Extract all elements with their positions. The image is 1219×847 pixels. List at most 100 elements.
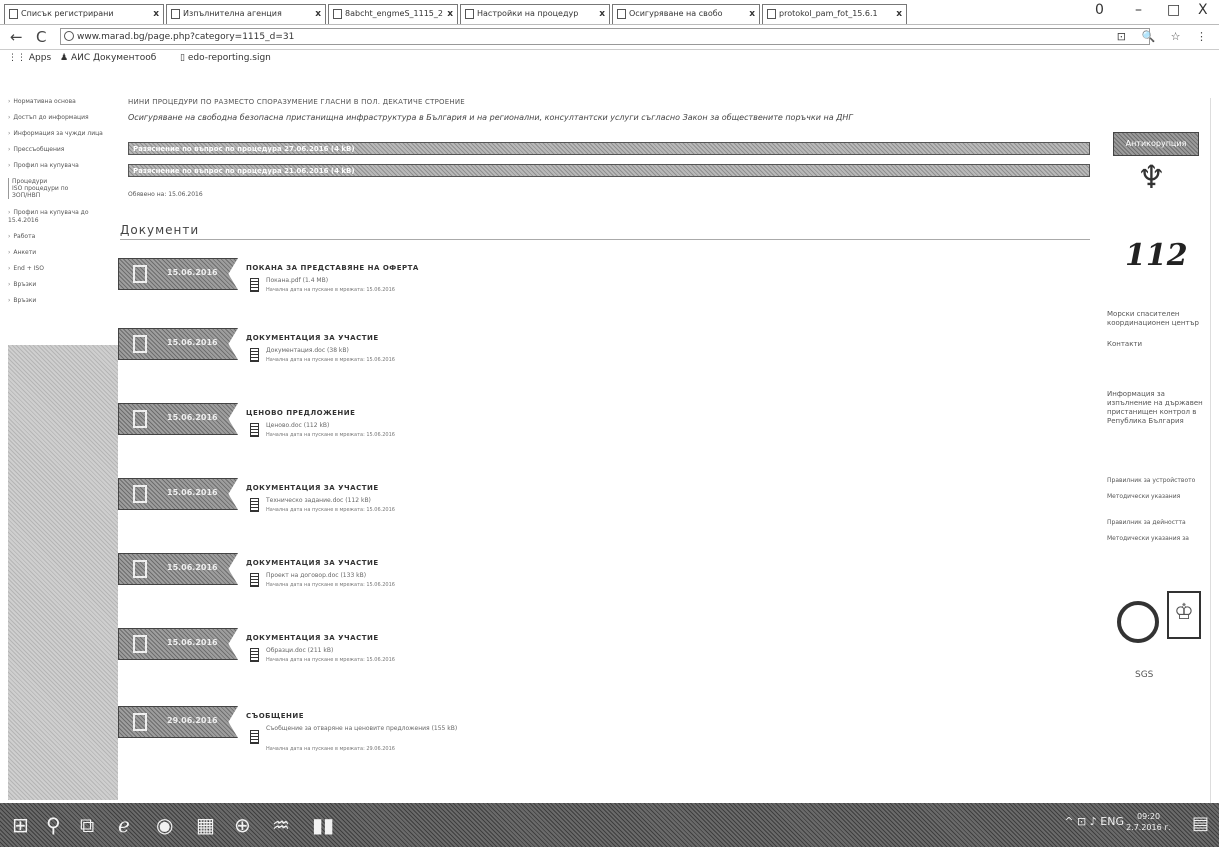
sidebar-item[interactable]: › Нормативна основа: [8, 98, 116, 106]
document-icon: [133, 713, 147, 731]
search-icon[interactable]: ⚲: [46, 813, 61, 837]
port-control-link[interactable]: Информация за изпълнение на държавен при…: [1107, 390, 1207, 426]
notifications-icon[interactable]: ▤: [1192, 813, 1209, 834]
doc-icon: [250, 423, 259, 437]
main-content: НИНИ ПРОЦЕДУРИ ПО РАЗМЕСТО СПОРАЗУМЕНИЕ …: [118, 98, 1098, 752]
documents-heading: Документи: [120, 223, 200, 237]
sidebar-item[interactable]: › Достъп до информация: [8, 114, 116, 122]
close-icon[interactable]: x: [749, 5, 755, 23]
document-type: ДОКУМЕНТАЦИЯ ЗА УЧАСТИЕ: [246, 484, 379, 492]
sidebar-item[interactable]: › Работа: [8, 233, 116, 241]
tab-0[interactable]: Списък регистрирани x: [4, 4, 164, 24]
right-link[interactable]: Методически указания: [1107, 492, 1207, 501]
document-link[interactable]: Техническо задание.doc (112 kB): [266, 497, 371, 504]
page-icon: [465, 9, 474, 19]
document-meta: Начална дата на пускане в мрежата: 15.06…: [266, 507, 395, 513]
tab-1[interactable]: Изпълнителна агенция x: [166, 4, 326, 24]
store-icon[interactable]: ▦: [196, 813, 215, 837]
tab-2[interactable]: 8abcht_engmeS_1115_2 x: [328, 4, 458, 24]
app-icon[interactable]: ♒: [272, 813, 290, 837]
document-meta: Начална дата на пускане в мрежата: 15.06…: [266, 657, 395, 663]
clarification-link[interactable]: Разяснение по въпрос по процедура 27.06.…: [128, 142, 1090, 155]
tab-5[interactable]: protokol_pam_fot_15.6.1 x: [762, 4, 907, 24]
explorer-icon[interactable]: ▮▮: [312, 813, 334, 837]
sidebar-item[interactable]: › Връзки: [8, 281, 116, 289]
date-badge: 15.06.2016: [118, 628, 238, 660]
bookmark-apps[interactable]: ⋮⋮ Apps: [8, 49, 51, 67]
scrollbar[interactable]: [1210, 98, 1219, 803]
task-view-icon[interactable]: ⧉: [80, 813, 94, 837]
maximize-button[interactable]: □: [1167, 2, 1180, 18]
close-icon[interactable]: x: [447, 5, 453, 23]
back-button[interactable]: ←: [10, 28, 23, 46]
ukas-seal-icon: ♔: [1167, 591, 1201, 639]
sidebar-item[interactable]: › Информация за чужди лица: [8, 130, 116, 138]
user-icon: [9, 9, 18, 19]
document-icon: [133, 635, 147, 653]
date-badge: 15.06.2016: [118, 403, 238, 435]
anticorruption-button[interactable]: Антикорупция: [1113, 132, 1199, 156]
address-actions[interactable]: ⊡ 🔍 ☆ ⋮: [1117, 30, 1213, 43]
close-icon[interactable]: x: [153, 5, 159, 23]
close-icon[interactable]: x: [599, 5, 605, 23]
close-button[interactable]: X: [1198, 2, 1208, 18]
announcement-title[interactable]: Осигуряване на свободна безопасна приста…: [128, 113, 1098, 122]
tab-label: protokol_pam_fot_15.6.1: [779, 9, 878, 18]
clock[interactable]: 09:20 2.7.2016 г.: [1126, 811, 1171, 833]
tab-label: Изпълнителна агенция: [183, 9, 282, 18]
document-link[interactable]: Покана.pdf (1.4 MB): [266, 277, 328, 284]
info-icon[interactable]: [64, 31, 74, 41]
document-link[interactable]: Документация.doc (38 kB): [266, 347, 349, 354]
tab-strip: Списък регистрирани x Изпълнителна агенци…: [0, 0, 1219, 25]
date-badge: 15.06.2016: [118, 478, 238, 510]
globe-icon[interactable]: ⊕: [234, 813, 251, 837]
sidebar-subitem[interactable]: ЗОП/НВП: [12, 192, 116, 199]
chrome-icon[interactable]: ◉: [156, 813, 173, 837]
edge-icon[interactable]: ℯ: [118, 813, 130, 837]
person-logo-icon[interactable]: ♆: [1137, 158, 1166, 196]
right-link[interactable]: Методически указания за: [1107, 534, 1207, 543]
document-icon: [133, 485, 147, 503]
rescue-center-link[interactable]: Морски спасителен координационен център: [1107, 310, 1207, 328]
bookmark-edo[interactable]: ▯ edo-reporting.sign: [180, 49, 271, 67]
sgs-seal-icon: [1117, 601, 1159, 643]
contacts-link[interactable]: Контакти: [1107, 340, 1207, 349]
sidebar-subitem[interactable]: Процедури: [12, 178, 116, 185]
breadcrumb: НИНИ ПРОЦЕДУРИ ПО РАЗМЕСТО СПОРАЗУМЕНИЕ …: [128, 98, 465, 106]
close-icon[interactable]: x: [315, 5, 321, 23]
pdf-icon: [250, 278, 259, 292]
clarification-link[interactable]: Разяснение по въпрос по процедура 21.06.…: [128, 164, 1090, 177]
sidebar-item[interactable]: › Анкети: [8, 249, 116, 257]
sidebar-item[interactable]: › Еnd + ISO: [8, 265, 116, 273]
minimize-button[interactable]: –: [1135, 2, 1142, 18]
sidebar-item[interactable]: › Профил на купувача до 15.4.2016: [8, 209, 116, 225]
right-link[interactable]: Правилник за дейността: [1107, 518, 1207, 527]
tab-3[interactable]: Настройки на процедур x: [460, 4, 610, 24]
sidebar-subitem[interactable]: ISO процедури по: [12, 185, 116, 192]
emergency-112-logo[interactable]: 112: [1125, 238, 1188, 273]
document-type: ДОКУМЕНТАЦИЯ ЗА УЧАСТИЕ: [246, 334, 379, 342]
bookmark-ais[interactable]: ♟ AИС Документооб: [60, 49, 156, 67]
sidebar-submenu: Процедури ISO процедури по ЗОП/НВП: [8, 178, 116, 199]
windows-icon[interactable]: ⊞: [12, 813, 29, 837]
doc-icon: [250, 498, 259, 512]
document-link[interactable]: Съобщение за отваряне на ценовите предло…: [266, 725, 457, 732]
document-link[interactable]: Образци.doc (211 kB): [266, 647, 333, 654]
tab-label: Списък регистрирани: [21, 9, 114, 18]
system-tray[interactable]: ^ ⊡ ♪ ENG: [1064, 815, 1124, 828]
tab-4[interactable]: Осигуряване на свобо x: [612, 4, 760, 24]
profile-icon[interactable]: 0: [1095, 2, 1104, 18]
sidebar-item[interactable]: › Връзки: [8, 297, 116, 305]
sidebar-item[interactable]: › Прессъобщения: [8, 146, 116, 154]
close-icon[interactable]: x: [896, 5, 902, 23]
document-icon: [133, 560, 147, 578]
document-type: ДОКУМЕНТАЦИЯ ЗА УЧАСТИЕ: [246, 634, 379, 642]
right-link[interactable]: Правилник за устройството: [1107, 476, 1207, 485]
document-item: 15.06.2016 ДОКУМЕНТАЦИЯ ЗА УЧАСТИЕ Техни…: [118, 478, 1018, 538]
document-icon: [133, 335, 147, 353]
sidebar-item[interactable]: › Профил на купувача: [8, 162, 116, 170]
document-link[interactable]: Ценово.doc (112 kB): [266, 422, 329, 429]
url-input[interactable]: www.marad.bg/page.php?category=1115_d=31: [60, 28, 1150, 45]
reload-button[interactable]: C: [36, 28, 46, 46]
document-link[interactable]: Проект на договор.doc (133 kB): [266, 572, 366, 579]
